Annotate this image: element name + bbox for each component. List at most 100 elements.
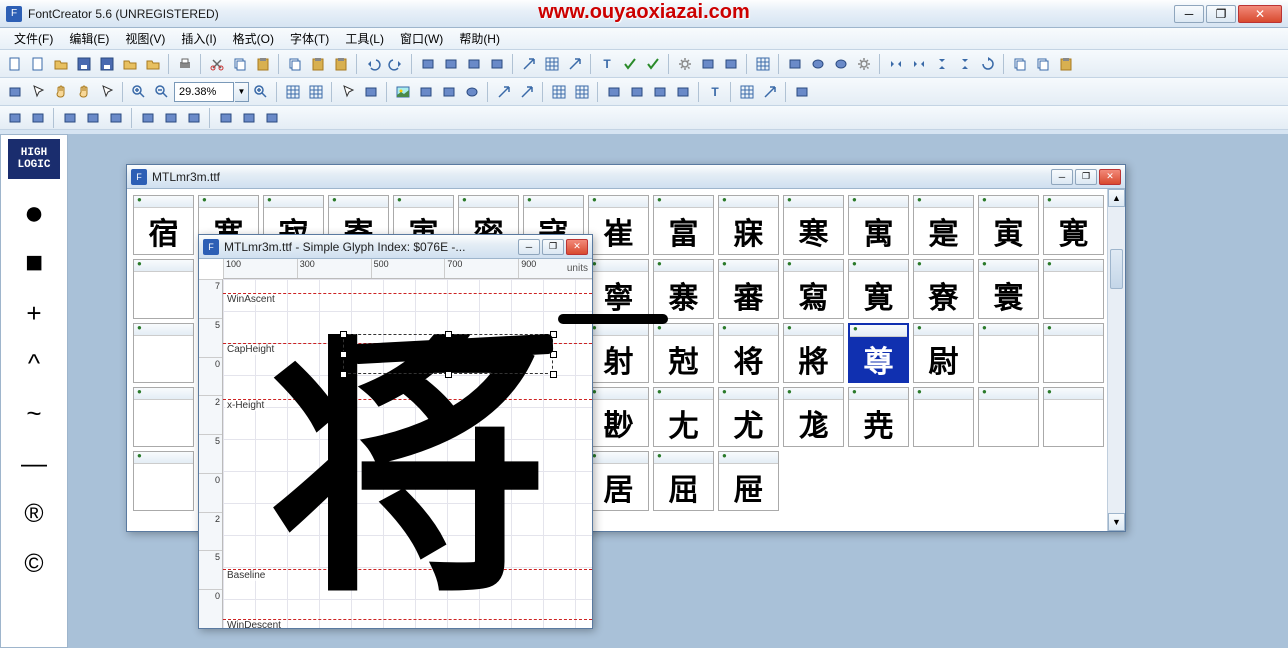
- paste-icon[interactable]: [330, 53, 352, 75]
- glyph-cell[interactable]: [1043, 259, 1104, 319]
- gear-icon[interactable]: [674, 53, 696, 75]
- glyph-cell[interactable]: 屉: [718, 451, 779, 511]
- child-minimize-button[interactable]: ─: [1051, 169, 1073, 185]
- open-icon[interactable]: [50, 53, 72, 75]
- menu-item[interactable]: 编辑(E): [63, 28, 115, 49]
- palette-glyph[interactable]: +: [18, 297, 50, 329]
- glyph-cell[interactable]: 尅: [653, 323, 714, 383]
- rect-icon[interactable]: [672, 81, 694, 103]
- glyph-cell[interactable]: [913, 387, 974, 447]
- resize-handle-n[interactable]: [445, 331, 452, 338]
- rect-icon[interactable]: [649, 81, 671, 103]
- copy-icon[interactable]: [1009, 53, 1031, 75]
- open-icon[interactable]: [142, 53, 164, 75]
- pointer-icon[interactable]: [337, 81, 359, 103]
- menu-item[interactable]: 窗口(W): [394, 28, 449, 49]
- rect-icon[interactable]: [784, 53, 806, 75]
- glyph-cell[interactable]: 尭: [848, 387, 909, 447]
- rect-icon[interactable]: [603, 81, 625, 103]
- glyph-cell[interactable]: 寨: [653, 259, 714, 319]
- glyph-cell[interactable]: [978, 323, 1039, 383]
- overview-scrollbar[interactable]: ▲ ▼: [1107, 189, 1125, 531]
- palette-glyph[interactable]: —: [18, 447, 50, 479]
- menu-item[interactable]: 帮助(H): [453, 28, 506, 49]
- rect-icon[interactable]: [4, 107, 26, 129]
- resize-handle-se[interactable]: [550, 371, 557, 378]
- glyph-cell[interactable]: 崔: [588, 195, 649, 255]
- flip-h-icon[interactable]: [908, 53, 930, 75]
- new-icon[interactable]: [4, 53, 26, 75]
- resize-handle-sw[interactable]: [340, 371, 347, 378]
- glyph-cell[interactable]: 将: [718, 323, 779, 383]
- arrow-icon[interactable]: [493, 81, 515, 103]
- glyph-cell[interactable]: 宿: [133, 195, 194, 255]
- redo-icon[interactable]: [385, 53, 407, 75]
- rect-icon[interactable]: [215, 107, 237, 129]
- rect-icon[interactable]: [440, 53, 462, 75]
- arrow-icon[interactable]: [516, 81, 538, 103]
- pointer-icon[interactable]: [96, 81, 118, 103]
- rect-icon[interactable]: [137, 107, 159, 129]
- rect-icon[interactable]: [463, 53, 485, 75]
- paste-icon[interactable]: [307, 53, 329, 75]
- zoom-in-icon[interactable]: [128, 81, 150, 103]
- menu-item[interactable]: 工具(L): [339, 28, 390, 49]
- glyph-cell[interactable]: 寫: [783, 259, 844, 319]
- gear-icon[interactable]: [853, 53, 875, 75]
- rect-icon[interactable]: [183, 107, 205, 129]
- glyph-cell[interactable]: 尊: [848, 323, 909, 383]
- hand-icon[interactable]: [50, 81, 72, 103]
- rect-icon[interactable]: [105, 107, 127, 129]
- glyph-cell[interactable]: 寮: [913, 259, 974, 319]
- copy-icon[interactable]: [284, 53, 306, 75]
- maximize-button[interactable]: ❐: [1206, 5, 1236, 23]
- editor-canvas-area[interactable]: 100300500700900 units 750250250 WinAscen…: [199, 259, 592, 628]
- grid-icon[interactable]: [752, 53, 774, 75]
- glyph-cell[interactable]: 屈: [653, 451, 714, 511]
- glyph-cell[interactable]: 富: [653, 195, 714, 255]
- rect-icon[interactable]: [791, 81, 813, 103]
- glyph-cell[interactable]: 寓: [848, 195, 909, 255]
- rect-icon[interactable]: [238, 107, 260, 129]
- glyph-cell[interactable]: 寔: [913, 195, 974, 255]
- arrow-icon[interactable]: [759, 81, 781, 103]
- glyph-cell[interactable]: 尉: [913, 323, 974, 383]
- rect-icon[interactable]: [27, 107, 49, 129]
- glyph-outline[interactable]: 将: [263, 334, 553, 628]
- glyph-cell[interactable]: 尤: [718, 387, 779, 447]
- rect-icon[interactable]: [720, 53, 742, 75]
- grid-icon[interactable]: [305, 81, 327, 103]
- palette-glyph[interactable]: ©: [18, 547, 50, 579]
- glyph-cell[interactable]: 寐: [718, 195, 779, 255]
- palette-glyph[interactable]: ®: [18, 497, 50, 529]
- flip-h-icon[interactable]: [885, 53, 907, 75]
- copy-icon[interactable]: [1032, 53, 1054, 75]
- glyph-cell[interactable]: 尢: [653, 387, 714, 447]
- print-icon[interactable]: [174, 53, 196, 75]
- glyph-cell[interactable]: 寰: [978, 259, 1039, 319]
- palette-glyph[interactable]: ~: [18, 397, 50, 429]
- rect-icon[interactable]: [417, 53, 439, 75]
- image-icon[interactable]: [392, 81, 414, 103]
- editor-titlebar[interactable]: F MTLmr3m.ttf - Simple Glyph Index: $076…: [199, 235, 592, 259]
- resize-handle-s[interactable]: [445, 371, 452, 378]
- menu-item[interactable]: 插入(I): [175, 28, 222, 49]
- glyph-cell[interactable]: 寧: [588, 259, 649, 319]
- zoom-in-icon[interactable]: [250, 81, 272, 103]
- palette-glyph[interactable]: ■: [18, 247, 50, 279]
- glyph-cell[interactable]: 寅: [978, 195, 1039, 255]
- grid-icon[interactable]: [541, 53, 563, 75]
- glyph-cell[interactable]: [133, 387, 194, 447]
- pointer-icon[interactable]: [27, 81, 49, 103]
- menu-item[interactable]: 格式(O): [227, 28, 280, 49]
- glyph-cell[interactable]: 居: [588, 451, 649, 511]
- zoom-dropdown[interactable]: ▼: [235, 82, 249, 102]
- child-close-button[interactable]: ✕: [1099, 169, 1121, 185]
- menu-item[interactable]: 视图(V): [119, 28, 171, 49]
- text-icon[interactable]: T: [704, 81, 726, 103]
- undo-icon[interactable]: [362, 53, 384, 75]
- glyph-editor-window[interactable]: F MTLmr3m.ttf - Simple Glyph Index: $076…: [198, 234, 593, 629]
- zoom-out-icon[interactable]: [151, 81, 173, 103]
- glyph-cell[interactable]: 審: [718, 259, 779, 319]
- editor-canvas[interactable]: WinAscent CapHeight x-Height Baseline Wi…: [223, 279, 592, 628]
